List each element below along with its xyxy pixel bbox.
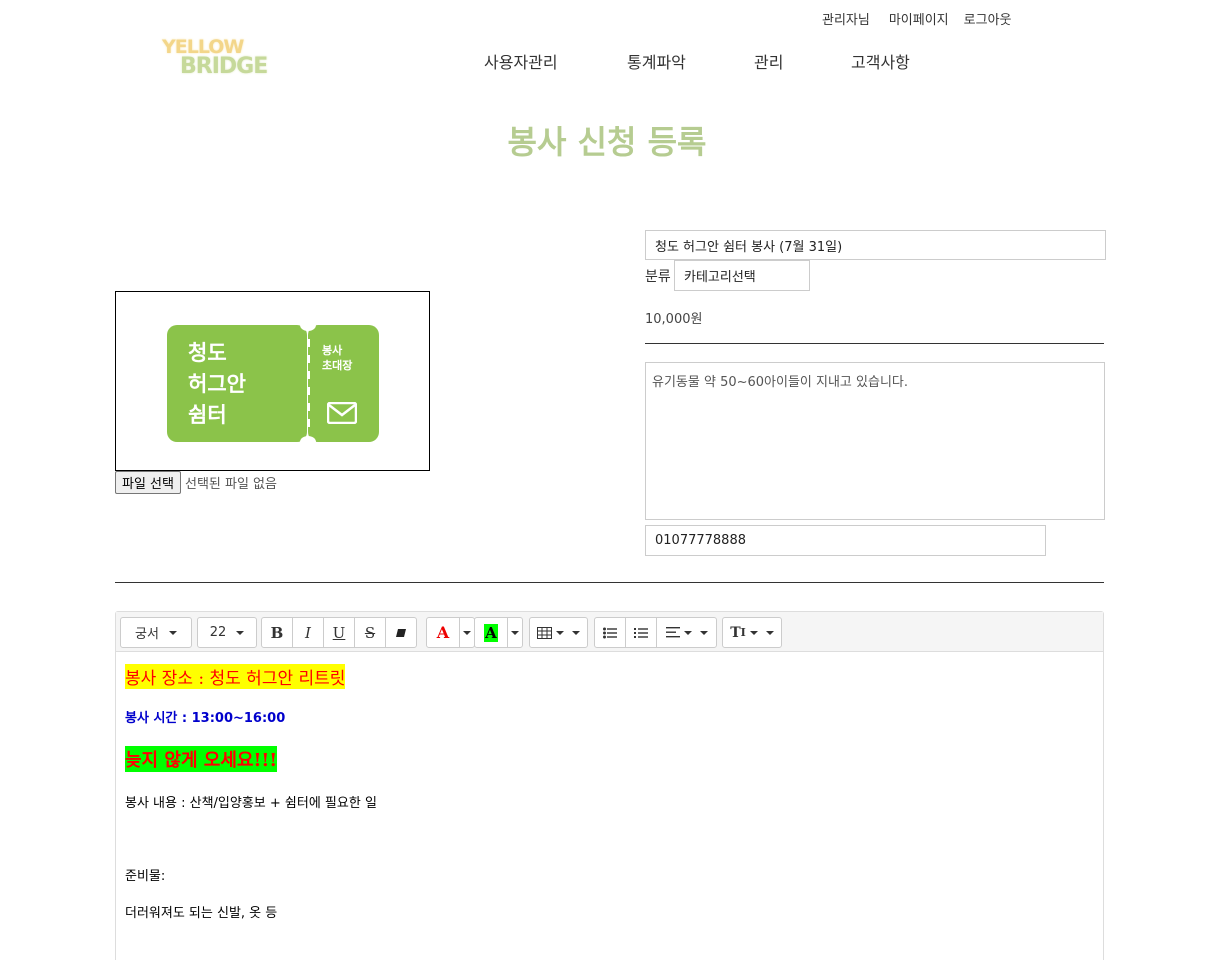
admin-name-link[interactable]: 관리자님 — [822, 9, 870, 28]
ticket-small-text: 봉사 초대장 — [322, 344, 353, 372]
editor-line-content: 봉사 내용 : 산책/입양홍보 + 쉼터에 필요한 일 — [125, 796, 377, 811]
editor-line-time: 봉사 시간 : 13:00~16:00 — [125, 711, 286, 726]
bullet-list-icon[interactable] — [594, 617, 626, 648]
font-family-select[interactable]: 궁서 — [120, 617, 192, 648]
title-input[interactable]: 청도 허그안 쉼터 봉사 (7월 31일) — [645, 230, 1106, 260]
bold-button[interactable]: B — [261, 617, 293, 648]
text-color-dropdown[interactable] — [459, 617, 475, 648]
description-textarea[interactable]: 유기동물 약 50~60아이들이 지내고 있습니다. — [645, 362, 1105, 520]
mypage-link[interactable]: 마이페이지 — [889, 9, 949, 28]
page-title: 봉사 신청 등록 — [507, 123, 707, 161]
category-select[interactable]: 카테고리선택 — [674, 260, 810, 291]
image-preview: 청도 허그안 쉼터 봉사 초대장 — [115, 291, 430, 471]
nav-user-management[interactable]: 사용자관리 — [484, 49, 558, 73]
phone-input[interactable]: 01077778888 — [645, 525, 1046, 556]
italic-button[interactable]: I — [292, 617, 324, 648]
divider — [645, 343, 1104, 344]
editor-line-notice: 늦지 않게 오세요!!! — [125, 746, 278, 772]
nav-customer[interactable]: 고객사항 — [851, 49, 910, 73]
editor-line-location: 봉사 장소 : 청도 허그안 리트릿 — [125, 664, 346, 689]
eraser-icon[interactable] — [385, 617, 417, 648]
divider — [115, 582, 1104, 583]
file-select-button[interactable]: 파일 선택 — [115, 471, 181, 494]
rich-text-editor: 궁서 22 B I U S A A TI 봉사 장소: 청도 허그안 리트릿 … — [115, 611, 1104, 960]
highlight-color-icon[interactable]: A — [474, 617, 508, 648]
editor-line-supplies: 더러워져도 되는 신발, 옷 등 — [125, 906, 278, 921]
text-style-icon[interactable]: TI — [722, 617, 782, 648]
table-icon[interactable] — [529, 617, 588, 648]
ticket-big-text: 청도 허그안 쉼터 — [188, 341, 246, 427]
text-color-icon[interactable]: A — [426, 617, 460, 648]
editor-toolbar: 궁서 22 B I U S A A TI — [116, 612, 1103, 652]
ticket-image: 청도 허그안 쉼터 봉사 초대장 — [167, 319, 379, 448]
file-input: 파일 선택 선택된 파일 없음 — [115, 471, 277, 494]
nav-management[interactable]: 관리 — [754, 49, 783, 73]
font-size-select[interactable]: 22 — [197, 617, 257, 648]
strikethrough-button[interactable]: S — [354, 617, 386, 648]
logout-link[interactable]: 로그아웃 — [964, 9, 1012, 28]
editor-line-supplies-label: 준비물: — [125, 869, 166, 884]
category-label: 분류 — [645, 269, 671, 285]
logo-line2: BRIDGE — [180, 54, 268, 79]
nav-statistics[interactable]: 통계파악 — [627, 49, 686, 73]
logo[interactable]: YELLOW BRIDGE — [160, 36, 278, 82]
envelope-icon — [327, 402, 357, 424]
top-links: 관리자님 마이페이지 로그아웃 — [822, 9, 1012, 28]
price-text: 10,000원 — [645, 312, 703, 327]
numbered-list-icon[interactable] — [625, 617, 657, 648]
file-status-text: 선택된 파일 없음 — [184, 477, 277, 492]
highlight-color-dropdown[interactable] — [507, 617, 523, 648]
align-icon[interactable] — [656, 617, 717, 648]
underline-button[interactable]: U — [323, 617, 355, 648]
